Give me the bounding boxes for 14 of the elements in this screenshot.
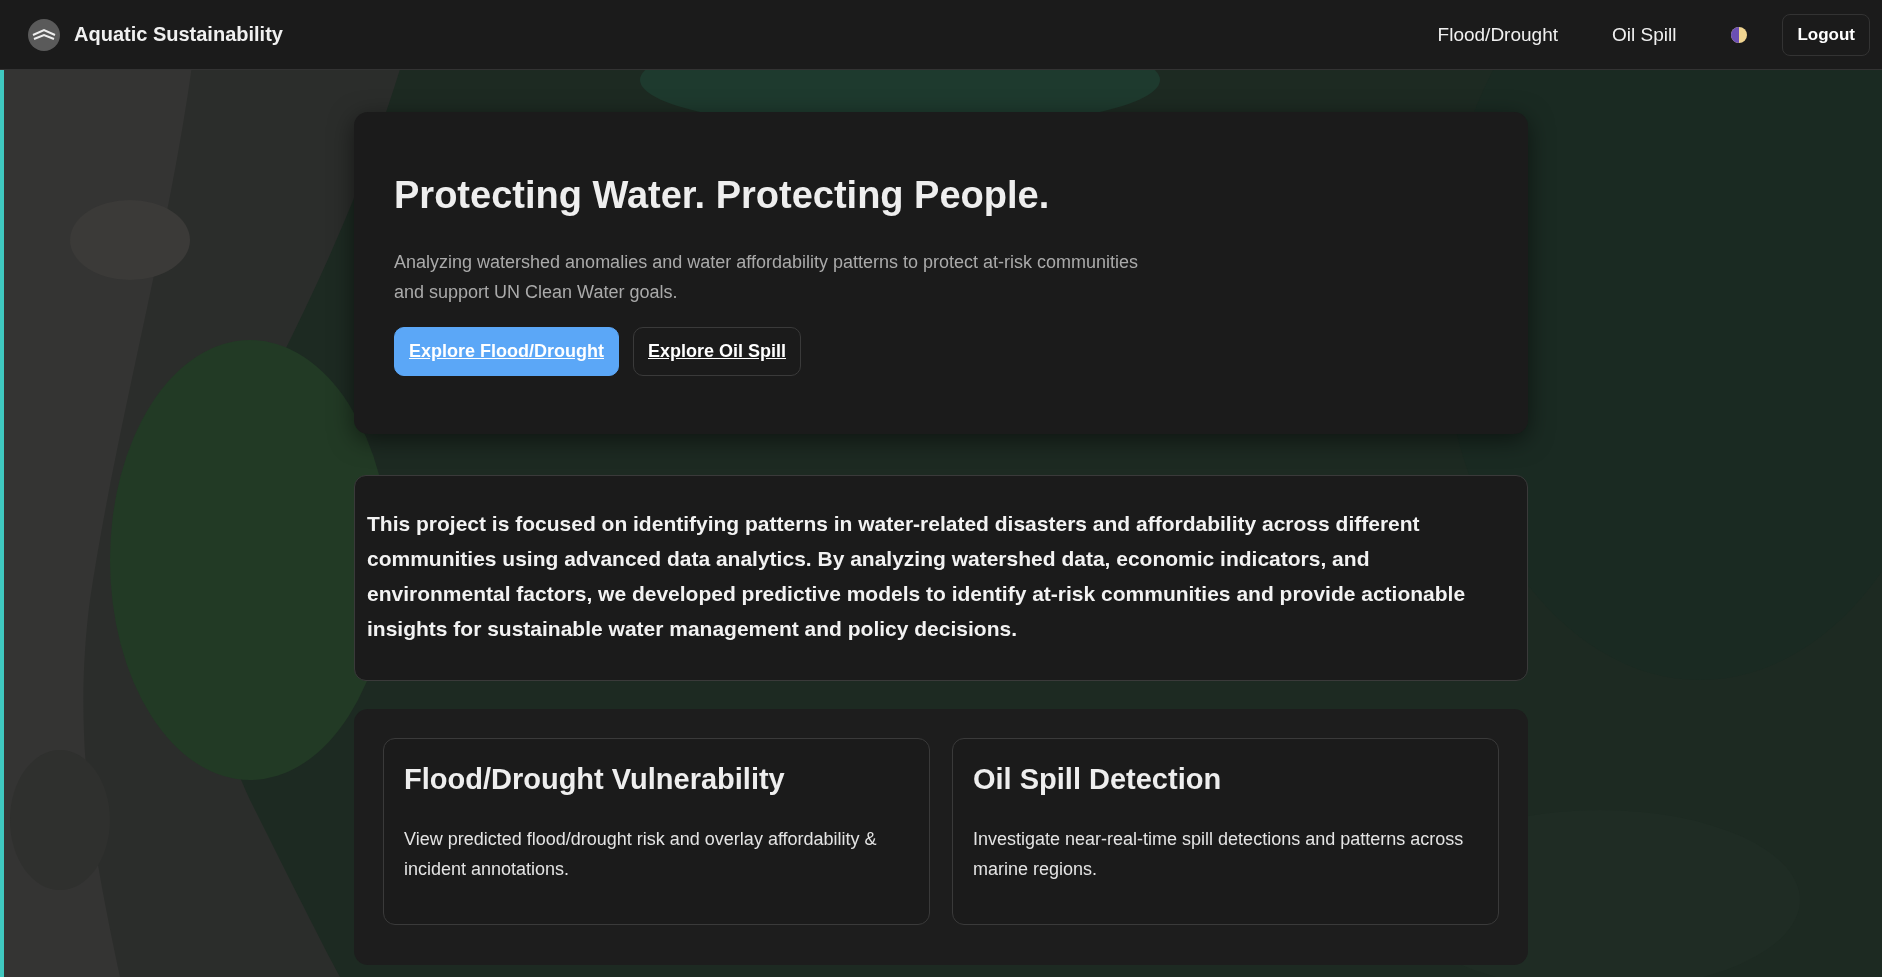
feature-title: Flood/Drought Vulnerability [404,763,786,796]
logout-button[interactable]: Logout [1782,13,1870,56]
feature-description: View predicted flood/drought risk and overlay affordability & incident annotations. [404,828,878,881]
nav-link[interactable]: Oil Spill [1612,23,1677,46]
hero-title: Protecting Water. Protecting People. [394,174,1051,217]
feature-title: Oil Spill Detection [973,763,1223,796]
explore-button[interactable]: Explore Oil Spill [633,327,802,376]
logo-icon [28,18,60,51]
feature-description: Investigate near-real-time spill detections and patterns across marine regions. [973,828,1465,881]
nav-link[interactable]: Flood/Drought [1437,23,1558,46]
brand-name: Aquatic Sustainability [74,23,283,46]
hero-subtitle: Analyzing watershed anomalies and water affordability patterns to protect at-risk communities and support UN Clean Water goals. [394,251,1140,304]
about-text: This project is focused on identifying patterns in water-related disasters and affordability across different communities using advanced data analytics. By analyzing watershed data, economic indicators, and environmental factors, we developed predictive models to identify at-risk communities and provide actionable insights for sustainable water management and policy decisions. [367,511,1467,642]
theme-toggle-icon[interactable] [1730,25,1749,44]
